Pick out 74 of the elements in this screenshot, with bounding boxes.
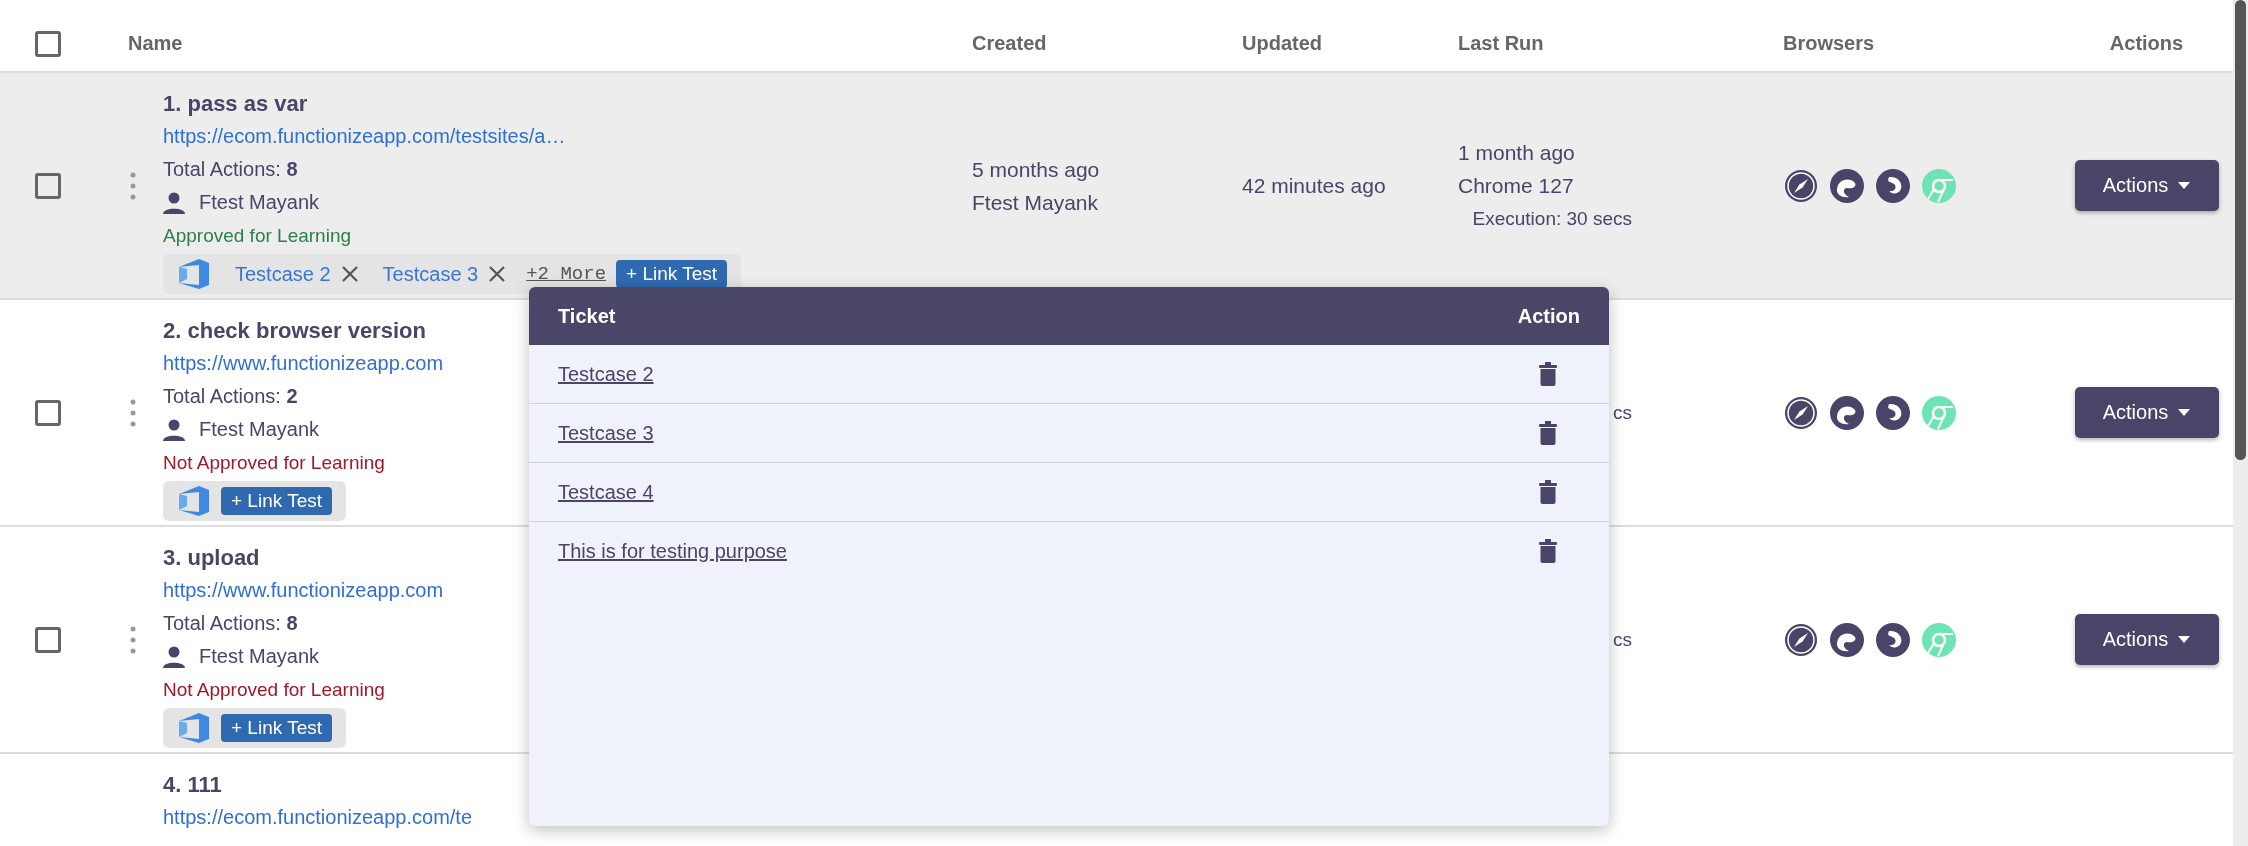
compass-icon: [1783, 621, 1819, 658]
execution-time: cs: [1612, 628, 1632, 652]
actions-button[interactable]: Actions: [2074, 387, 2219, 438]
person-icon: [163, 191, 185, 214]
test-url-link[interactable]: https://www.functionizeapp.com: [163, 349, 444, 378]
trash-icon[interactable]: [1539, 421, 1557, 445]
row-checkbox[interactable]: [35, 399, 61, 426]
select-all-checkbox[interactable]: [35, 30, 61, 57]
row-checkbox[interactable]: [35, 172, 61, 199]
test-title: 2. check browser version: [163, 317, 426, 345]
link-test-button[interactable]: + Link Test: [221, 714, 332, 742]
caret-icon: [2178, 182, 2191, 189]
wave-icon: [1829, 167, 1865, 204]
close-icon[interactable]: [340, 265, 359, 283]
total-actions: Total Actions: 2: [163, 384, 298, 409]
column-header: Updated: [1242, 32, 1323, 55]
test-title: 3. upload: [163, 544, 260, 572]
close-icon[interactable]: [488, 265, 507, 283]
person-icon: [163, 418, 185, 441]
popup-column-header: Action: [1517, 304, 1580, 328]
wave-icon: [1829, 394, 1865, 431]
link-test-button[interactable]: + Link Test: [616, 260, 728, 288]
ticket-link[interactable]: Testcase 4: [558, 480, 654, 504]
scrollbar-thumb[interactable]: [2235, 0, 2246, 460]
approval-status: Not Approved for Learning: [163, 451, 385, 475]
column-header: Last Run: [1458, 32, 1545, 55]
created-text: Ftest Mayank: [972, 189, 1100, 216]
boards-logo-icon: [177, 257, 211, 291]
trash-icon[interactable]: [1539, 539, 1557, 563]
boards-logo-icon: [177, 711, 211, 745]
test-url-link[interactable]: https://ecom.functionizeapp.com/testsites/a…: [163, 122, 566, 151]
ticket-link[interactable]: Testcase 2: [558, 362, 654, 386]
compass-icon: [1783, 167, 1819, 204]
caret-icon: [2178, 409, 2191, 416]
popup-column-header: Ticket: [558, 304, 616, 328]
test-url-link[interactable]: https://www.functionizeapp.com: [163, 576, 444, 605]
trash-icon[interactable]: [1539, 362, 1557, 386]
actions-button[interactable]: Actions: [2074, 614, 2219, 665]
test-url-link[interactable]: https://ecom.functionizeapp.com/te: [163, 803, 473, 832]
more-link[interactable]: +2 More: [526, 263, 607, 285]
linked-test-link[interactable]: Testcase 2: [235, 262, 331, 286]
linked-test-link[interactable]: Testcase 3: [382, 262, 479, 286]
approval-status: Approved for Learning: [163, 224, 351, 248]
approval-status: Not Approved for Learning: [163, 678, 385, 702]
execution-time: Execution: 30 secs: [1471, 207, 1632, 231]
execution-time: cs: [1612, 401, 1632, 425]
ticket-link[interactable]: Testcase 3: [558, 421, 654, 445]
column-header: Name: [128, 32, 184, 55]
row-checkbox[interactable]: [35, 626, 61, 653]
last-run-text: Chrome 127: [1458, 173, 1575, 199]
owner-name: Ftest Mayank: [199, 417, 320, 442]
test-title: 1. pass as var: [163, 90, 308, 118]
test-title: 4. 111: [163, 771, 222, 799]
compass-icon: [1783, 394, 1819, 431]
kebab-icon[interactable]: [130, 624, 136, 655]
owner-name: Ftest Mayank: [199, 644, 320, 669]
caret-icon: [2178, 636, 2191, 643]
column-header: Browsers: [1783, 32, 1876, 55]
total-actions: Total Actions: 8: [163, 157, 298, 182]
created-text: 5 months ago: [972, 156, 1101, 183]
boards-logo-icon: [177, 484, 211, 518]
kebab-icon[interactable]: [130, 397, 136, 428]
wave-icon: [1829, 621, 1865, 658]
owner-name: Ftest Mayank: [199, 190, 320, 215]
ticket-link[interactable]: This is for testing purpose: [558, 539, 787, 563]
trash-icon[interactable]: [1539, 480, 1557, 504]
person-icon: [163, 645, 185, 668]
updated-text: 42 minutes ago: [1242, 173, 1387, 199]
column-header: Created: [972, 32, 1048, 55]
last-run-text: 1 month ago: [1458, 140, 1576, 166]
link-test-button[interactable]: + Link Test: [221, 487, 332, 515]
column-header: Actions: [2108, 32, 2185, 55]
total-actions: Total Actions: 8: [163, 611, 298, 636]
actions-button[interactable]: Actions: [2074, 160, 2219, 211]
